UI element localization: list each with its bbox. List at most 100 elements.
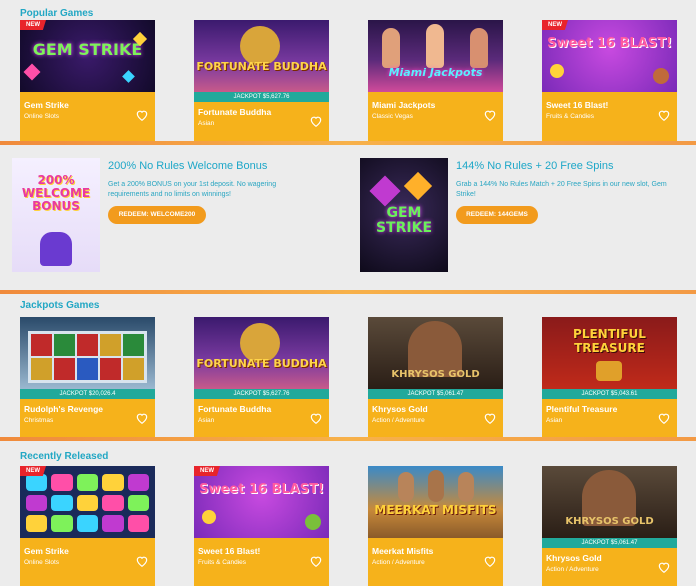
promo-art-text: GEM STRIKE [375, 205, 433, 236]
heart-icon[interactable] [135, 108, 149, 122]
section-divider [0, 437, 696, 441]
game-art-logo: KHRYSOS GOLD [565, 516, 654, 527]
game-thumbnail[interactable]: FORTUNATE BUDDHA [194, 20, 329, 92]
heart-icon[interactable] [135, 554, 149, 568]
game-title: Fortunate Buddha [198, 107, 272, 117]
game-category: Fruits & Candies [546, 113, 595, 120]
game-title: Sweet 16 Blast! [198, 546, 261, 556]
game-title: Gem Strike [24, 546, 69, 556]
new-badge: NEW [194, 466, 220, 476]
game-card-rudolphs-revenge[interactable]: JACKPOT $20,026.4 Rudolph's Revenge Chri… [20, 317, 155, 439]
game-card-info: Khrysos Gold Action / Adventure [368, 399, 503, 439]
game-card-info: Sweet 16 Blast! Fruits & Candies [542, 92, 677, 142]
game-card-info: Gem Strike Online Slots [20, 92, 155, 142]
new-badge: NEW [20, 466, 46, 476]
game-thumbnail[interactable]: GEM STRIKE [20, 20, 155, 92]
jackpot-bar: JACKPOT $20,026.4 [20, 389, 155, 399]
game-category: Action / Adventure [546, 566, 599, 573]
game-card-info: Meerkat Misfits Action / Adventure [368, 538, 503, 586]
game-card-miami-jackpots[interactable]: Miami Jackpots Miami Jackpots Classic Ve… [368, 20, 503, 142]
game-art-logo: KHRYSOS GOLD [391, 369, 480, 380]
heart-icon[interactable] [309, 114, 323, 128]
game-category: Online Slots [24, 559, 60, 566]
promo-title: 144% No Rules + 20 Free Spins [456, 160, 614, 172]
promo-image[interactable]: 200% WELCOME BONUS [12, 158, 100, 272]
game-category: Asian [198, 417, 215, 424]
game-card-info: Rudolph's Revenge Christmas [20, 399, 155, 439]
new-badge: NEW [542, 20, 568, 30]
heart-icon[interactable] [657, 108, 671, 122]
game-title: Miami Jackpots [372, 100, 436, 110]
redeem-144gems-button[interactable]: REDEEM: 144GEMS [456, 206, 538, 224]
game-card-sweet-16-blast[interactable]: Sweet 16 BLAST! NEW Sweet 16 Blast! Frui… [542, 20, 677, 142]
promo-144-free-spins: GEM STRIKE 144% No Rules + 20 Free Spins… [360, 158, 690, 272]
jackpot-bar: JACKPOT $5,061.47 [368, 389, 503, 399]
section-divider [0, 141, 696, 145]
jackpot-bar: JACKPOT $5,061.47 [542, 538, 677, 548]
game-title: Khrysos Gold [546, 553, 602, 563]
game-art-logo: FORTUNATE BUDDHA [196, 357, 327, 370]
game-title: Rudolph's Revenge [24, 404, 104, 414]
game-card-khrysos-gold[interactable]: KHRYSOS GOLD JACKPOT $5,061.47 Khrysos G… [542, 466, 677, 586]
game-card-gem-strike[interactable]: GEM STRIKE NEW Gem Strike Online Slots [20, 20, 155, 142]
game-category: Asian [198, 120, 215, 127]
game-thumbnail[interactable]: MEERKAT MISFITS [368, 466, 503, 538]
game-card-gem-strike[interactable]: NEW Gem Strike Online Slots [20, 466, 155, 586]
game-thumbnail[interactable]: KHRYSOS GOLD [368, 317, 503, 389]
section-title-popular: Popular Games [20, 8, 94, 19]
promo-art-text: 200% WELCOME BONUS [21, 173, 91, 213]
game-thumbnail[interactable]: Miami Jackpots [368, 20, 503, 92]
heart-icon[interactable] [135, 411, 149, 425]
jackpot-bar: JACKPOT $5,627.76 [194, 92, 329, 102]
game-category: Action / Adventure [372, 559, 425, 566]
heart-icon[interactable] [657, 411, 671, 425]
game-thumbnail[interactable] [20, 466, 155, 538]
recently-released-row: NEW Gem Strike Online Slots Sweet 16 BLA… [20, 466, 677, 586]
promo-image[interactable]: GEM STRIKE [360, 158, 448, 272]
game-card-info: Fortunate Buddha Asian [194, 102, 329, 142]
heart-icon[interactable] [309, 554, 323, 568]
section-title-recent: Recently Released [20, 451, 109, 462]
heart-icon[interactable] [483, 108, 497, 122]
game-card-plentiful-treasure[interactable]: PLENTIFUL TREASURE JACKPOT $5,043.61 Ple… [542, 317, 677, 439]
game-card-info: Miami Jackpots Classic Vegas [368, 92, 503, 142]
game-art-logo: PLENTIFUL TREASURE [573, 327, 646, 355]
game-thumbnail[interactable]: Sweet 16 BLAST! [194, 466, 329, 538]
game-card-fortunate-buddha[interactable]: FORTUNATE BUDDHA JACKPOT $5,627.76 Fortu… [194, 20, 329, 142]
game-card-info: Sweet 16 Blast! Fruits & Candies [194, 538, 329, 586]
redeem-welcome200-button[interactable]: REDEEM: WELCOME200 [108, 206, 206, 224]
heart-icon[interactable] [483, 411, 497, 425]
game-art-logo: Miami Jackpots [388, 66, 483, 79]
promo-welcome-bonus: 200% WELCOME BONUS 200% No Rules Welcome… [12, 158, 342, 272]
heart-icon[interactable] [309, 411, 323, 425]
game-title: Fortunate Buddha [198, 404, 272, 414]
game-art-logo: Sweet 16 BLAST! [547, 36, 672, 51]
game-card-khrysos-gold[interactable]: KHRYSOS GOLD JACKPOT $5,061.47 Khrysos G… [368, 317, 503, 439]
new-badge: NEW [20, 20, 46, 30]
game-thumbnail[interactable]: Sweet 16 BLAST! [542, 20, 677, 92]
jackpot-bar: JACKPOT $5,043.61 [542, 389, 677, 399]
section-title-jackpots: Jackpots Games [20, 300, 100, 311]
promo-description: Get a 200% BONUS on your 1st deposit. No… [108, 181, 277, 198]
game-category: Online Slots [24, 113, 60, 120]
game-title: Meerkat Misfits [372, 546, 434, 556]
game-thumbnail[interactable]: KHRYSOS GOLD [542, 466, 677, 538]
game-card-meerkat-misfits[interactable]: MEERKAT MISFITS Meerkat Misfits Action /… [368, 466, 503, 586]
game-title: Sweet 16 Blast! [546, 100, 609, 110]
game-card-info: Gem Strike Online Slots [20, 538, 155, 586]
heart-icon[interactable] [483, 554, 497, 568]
section-divider [0, 290, 696, 294]
game-category: Classic Vegas [372, 113, 413, 120]
jackpot-bar: JACKPOT $5,627.76 [194, 389, 329, 399]
game-thumbnail[interactable]: PLENTIFUL TREASURE [542, 317, 677, 389]
game-card-fortunate-buddha[interactable]: FORTUNATE BUDDHA JACKPOT $5,627.76 Fortu… [194, 317, 329, 439]
game-title: Plentiful Treasure [546, 404, 618, 414]
game-card-info: Khrysos Gold Action / Adventure [542, 548, 677, 586]
game-card-info: Fortunate Buddha Asian [194, 399, 329, 439]
game-art-logo: MEERKAT MISFITS [374, 503, 497, 517]
game-thumbnail[interactable]: FORTUNATE BUDDHA [194, 317, 329, 389]
game-thumbnail[interactable] [20, 317, 155, 389]
heart-icon[interactable] [657, 560, 671, 574]
game-card-sweet-16-blast[interactable]: Sweet 16 BLAST! NEW Sweet 16 Blast! Frui… [194, 466, 329, 586]
promo-title: 200% No Rules Welcome Bonus [108, 160, 268, 172]
